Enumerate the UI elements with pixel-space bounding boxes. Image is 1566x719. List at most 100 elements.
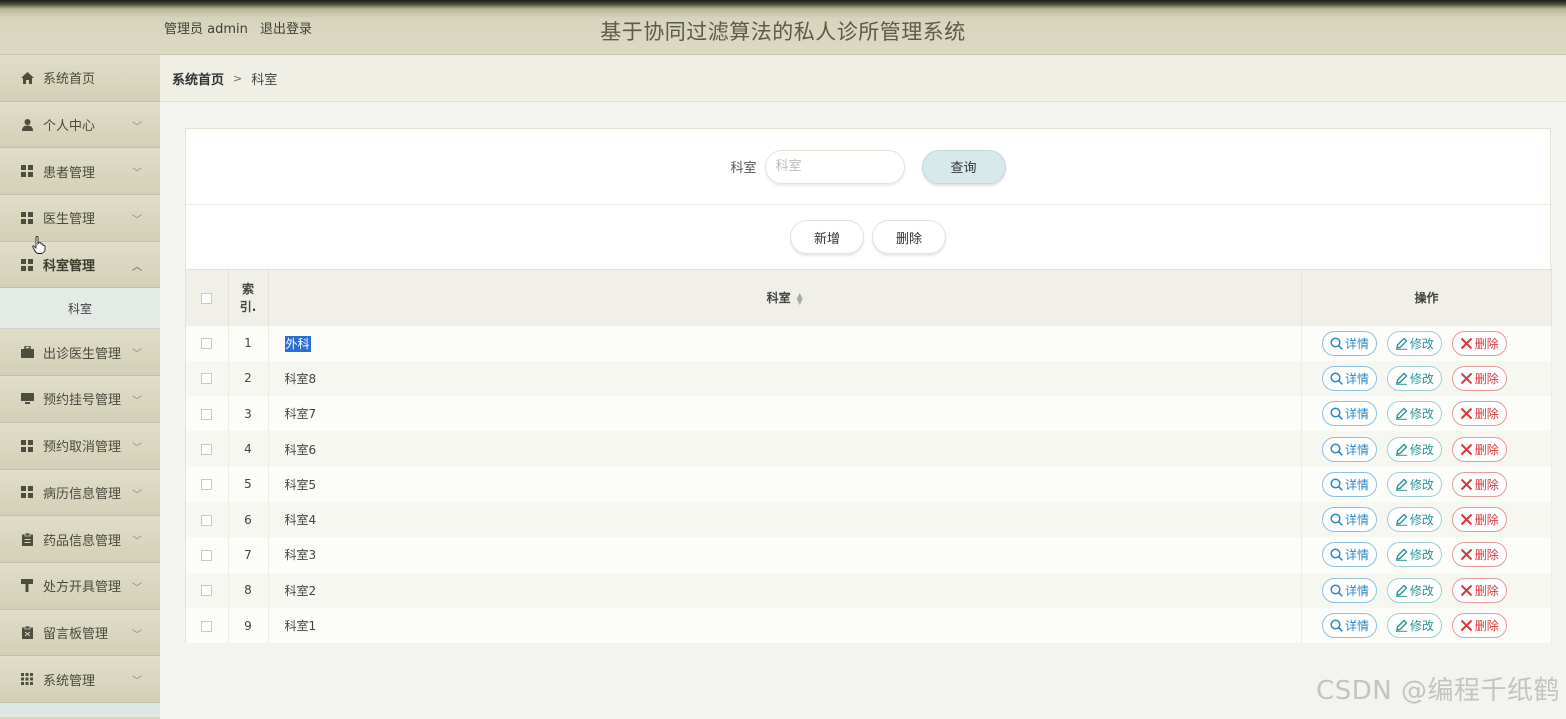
detail-button[interactable]: 详情 bbox=[1322, 401, 1378, 427]
batch-delete-button[interactable]: 删除 bbox=[872, 220, 946, 254]
delete-button[interactable]: 删除 bbox=[1451, 577, 1507, 603]
row-department-name: 外科 bbox=[268, 325, 1302, 361]
row-checkbox[interactable] bbox=[201, 514, 213, 526]
search-input[interactable] bbox=[764, 149, 905, 184]
delete-button[interactable]: 删除 bbox=[1451, 401, 1507, 427]
row-checkbox[interactable] bbox=[201, 373, 213, 385]
sidebar-item-patients[interactable]: 患者管理 ﹀ bbox=[0, 148, 160, 196]
sidebar-item-personal[interactable]: 个人中心 ﹀ bbox=[0, 101, 160, 149]
chevron-down-icon: ﹀ bbox=[132, 629, 142, 641]
detail-button[interactable]: 详情 bbox=[1322, 542, 1378, 568]
detail-label: 详情 bbox=[1345, 619, 1370, 634]
detail-button[interactable]: 详情 bbox=[1322, 471, 1378, 497]
edit-button[interactable]: 修改 bbox=[1386, 507, 1442, 533]
department-name-text: 科室5 bbox=[284, 477, 317, 492]
department-name-text: 科室3 bbox=[284, 548, 317, 563]
sidebar-item-doctors[interactable]: 医生管理 ﹀ bbox=[0, 195, 160, 242]
edit-button[interactable]: 修改 bbox=[1386, 577, 1442, 603]
home-icon bbox=[20, 71, 34, 85]
sidebar-item-medical-records[interactable]: 病历信息管理 ﹀ bbox=[0, 469, 160, 517]
edit-label: 修改 bbox=[1409, 619, 1434, 634]
table-row: 1 外科 详情 修改 删除 bbox=[186, 325, 1552, 361]
row-checkbox[interactable] bbox=[201, 338, 213, 350]
detail-label: 详情 bbox=[1345, 371, 1370, 386]
edit-button[interactable]: 修改 bbox=[1386, 401, 1442, 427]
detail-label: 详情 bbox=[1345, 477, 1370, 492]
sidebar-item-label: 系统首页 bbox=[43, 72, 96, 88]
department-table: 索引. 科室 ▲ ▼ 操作 1 外科 详情 修改 删除 2 科室8 详情 修改 删除 bbox=[186, 269, 1552, 644]
detail-button[interactable]: 详情 bbox=[1322, 365, 1378, 391]
detail-button[interactable]: 详情 bbox=[1322, 577, 1378, 603]
detail-button[interactable]: 详情 bbox=[1322, 507, 1378, 533]
header-name[interactable]: 科室 ▲ ▼ bbox=[268, 269, 1302, 326]
breadcrumb-home[interactable]: 系统首页 bbox=[172, 69, 224, 88]
delete-button[interactable]: 删除 bbox=[1451, 507, 1507, 533]
detail-button[interactable]: 详情 bbox=[1322, 330, 1378, 356]
row-checkbox[interactable] bbox=[201, 408, 213, 420]
chevron-down-icon: ﹀ bbox=[132, 489, 142, 501]
row-actions: 详情 修改 删除 bbox=[1301, 466, 1552, 502]
close-icon bbox=[1460, 619, 1472, 632]
edit-button[interactable]: 修改 bbox=[1386, 330, 1442, 356]
delete-button[interactable]: 删除 bbox=[1451, 613, 1507, 639]
edit-button[interactable]: 修改 bbox=[1386, 471, 1442, 497]
edit-button[interactable]: 修改 bbox=[1386, 542, 1442, 568]
chevron-down-icon: ﹀ bbox=[132, 349, 142, 361]
query-button[interactable]: 查询 bbox=[921, 149, 1006, 184]
delete-button[interactable]: 删除 bbox=[1451, 471, 1507, 497]
select-all-cell bbox=[186, 269, 229, 326]
row-actions: 详情 修改 删除 bbox=[1301, 325, 1552, 361]
sidebar-item-label: 系统管理 bbox=[43, 673, 96, 689]
add-button[interactable]: 新增 bbox=[790, 220, 864, 254]
row-checkbox[interactable] bbox=[201, 620, 213, 632]
edit-label: 修改 bbox=[1409, 371, 1434, 386]
chevron-down-icon: ﹀ bbox=[132, 121, 142, 133]
row-index: 2 bbox=[228, 360, 269, 397]
edit-icon bbox=[1395, 478, 1408, 491]
row-actions: 详情 修改 删除 bbox=[1301, 607, 1552, 644]
sidebar-item-medicines[interactable]: 药品信息管理 ﹀ bbox=[0, 516, 160, 563]
row-checkbox[interactable] bbox=[201, 549, 213, 561]
sidebar-item-visiting-doctors[interactable]: 出诊医生管理 ﹀ bbox=[0, 329, 160, 377]
header-index: 索引. bbox=[228, 269, 269, 326]
delete-button[interactable]: 删除 bbox=[1451, 330, 1507, 356]
detail-label: 详情 bbox=[1345, 548, 1370, 563]
edit-button[interactable]: 修改 bbox=[1386, 613, 1442, 639]
delete-button[interactable]: 删除 bbox=[1451, 365, 1507, 391]
sort-icon[interactable]: ▲ ▼ bbox=[797, 291, 803, 305]
department-name-text: 科室4 bbox=[284, 513, 317, 528]
header-name-label: 科室 bbox=[766, 291, 791, 306]
edit-label: 修改 bbox=[1409, 336, 1434, 351]
department-name-text: 科室7 bbox=[284, 407, 317, 422]
sidebar-item-cancellations[interactable]: 预约取消管理 ﹀ bbox=[0, 422, 160, 470]
row-index: 7 bbox=[228, 537, 269, 573]
edit-icon bbox=[1395, 407, 1408, 421]
detail-button[interactable]: 详情 bbox=[1322, 436, 1378, 462]
select-all-checkbox[interactable] bbox=[201, 292, 213, 304]
delete-button[interactable]: 删除 bbox=[1451, 542, 1507, 568]
delete-label: 删除 bbox=[1474, 371, 1499, 386]
search-icon bbox=[1330, 442, 1343, 456]
sidebar-item-appointments[interactable]: 预约挂号管理 ﹀ bbox=[0, 376, 160, 423]
search-icon bbox=[1330, 619, 1343, 632]
edit-icon bbox=[1395, 513, 1408, 526]
row-checkbox-cell bbox=[186, 360, 229, 397]
sidebar-item-prescriptions[interactable]: 处方开具管理 ﹀ bbox=[0, 562, 160, 610]
row-checkbox[interactable] bbox=[201, 585, 213, 597]
sidebar-item-system[interactable]: 系统管理 ﹀ bbox=[0, 656, 160, 703]
clipboard-icon bbox=[20, 532, 34, 546]
row-checkbox[interactable] bbox=[201, 444, 213, 456]
sidebar-item-label: 医生管理 bbox=[43, 212, 96, 228]
delete-button[interactable]: 删除 bbox=[1451, 436, 1507, 462]
row-department-name: 科室2 bbox=[268, 572, 1302, 608]
detail-button[interactable]: 详情 bbox=[1322, 613, 1378, 639]
edit-button[interactable]: 修改 bbox=[1386, 436, 1442, 462]
table-row: 7 科室3 详情 修改 删除 bbox=[186, 537, 1552, 573]
sidebar-item-departments[interactable]: 科室管理 ︿ bbox=[0, 241, 160, 289]
sidebar-item-home[interactable]: 系统首页 bbox=[0, 55, 160, 102]
submenu-item-department[interactable]: 科室 bbox=[0, 288, 160, 330]
row-index: 4 bbox=[228, 431, 269, 467]
sidebar-item-message-board[interactable]: 留言板管理 ﹀ bbox=[0, 609, 160, 657]
row-checkbox[interactable] bbox=[201, 479, 213, 491]
edit-button[interactable]: 修改 bbox=[1386, 365, 1442, 391]
